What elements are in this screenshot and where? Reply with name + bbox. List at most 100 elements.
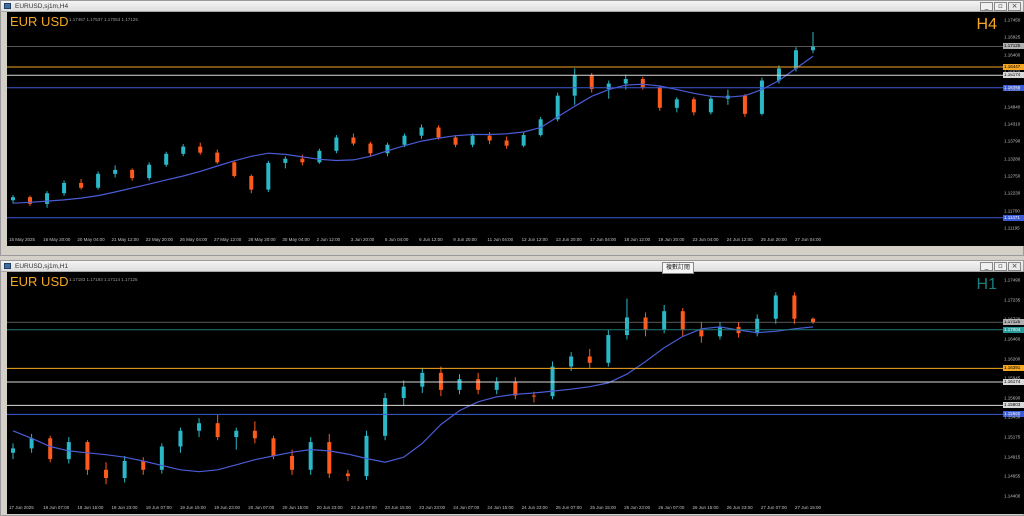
- price-axis-label: 1.11195: [1004, 225, 1020, 231]
- moving-average-line: [12, 326, 814, 473]
- moving-average-line: [12, 55, 814, 204]
- restore-button[interactable]: ▫: [994, 262, 1007, 271]
- time-axis[interactable]: 15 May 2025 16 May 20:00 20 May 04:00 21 Ma…: [7, 236, 1024, 246]
- time-axis-label: 22 May 20:00: [145, 237, 173, 242]
- price-axis-label: 1.15430: [1004, 414, 1021, 420]
- candle-body: [308, 442, 313, 470]
- time-axis-label: 12 Jun 12:00: [521, 237, 548, 242]
- price-axis-label: 1.12750: [1004, 173, 1021, 179]
- time-axis-label: 26 Jun 15:00: [692, 505, 719, 510]
- window-title: EURUSD,sj1m,H4: [15, 3, 69, 10]
- candle-body: [232, 162, 237, 176]
- time-axis-label: 25 Jun 20:00: [760, 237, 787, 242]
- candle-body: [197, 423, 202, 431]
- window-titlebar[interactable]: EURUSD,sj1m,H1 _ ▫ ×: [1, 261, 1023, 272]
- time-axis-label: 17 Jun 04:00: [589, 237, 616, 242]
- candle-body: [113, 169, 118, 174]
- chart-window-h4[interactable]: EURUSD,sj1m,H4 _ ▫ × EUR USD 1.17467 1.1…: [0, 0, 1024, 256]
- chart-window-icon: [4, 3, 11, 9]
- candle-body: [198, 146, 203, 153]
- candle-body: [487, 135, 492, 141]
- candle-body: [29, 438, 34, 449]
- candle-body: [104, 469, 109, 478]
- candle-body: [385, 144, 390, 154]
- candle-body: [402, 135, 407, 145]
- minimize-button[interactable]: _: [980, 262, 993, 271]
- candle-body: [290, 455, 295, 470]
- candle-body: [283, 158, 288, 163]
- time-axis-label: 6 Jun 12:00: [419, 237, 443, 242]
- price-axis-label: 1.15945: [1004, 375, 1021, 381]
- price-chart-area[interactable]: EUR USD 1.17467 1.17537 1.17053 1.17125 …: [7, 12, 1003, 236]
- candle-body: [249, 175, 254, 190]
- ohlc-readout: 1.17183 1.17193 1.17114 1.17125: [69, 277, 138, 282]
- time-axis-label: 23 Jun 04:00: [692, 237, 719, 242]
- candle-body: [11, 448, 15, 453]
- candle-body: [181, 146, 186, 154]
- restore-button[interactable]: ▫: [994, 2, 1007, 11]
- candle-body: [776, 68, 781, 81]
- candle-body: [742, 95, 747, 114]
- time-axis-label: 26 Jun 07:00: [658, 505, 685, 510]
- candle-body: [271, 438, 276, 456]
- price-axis[interactable]: 1.17125 1.16447 1.16174 1.15760 1.11471 1.174…: [1003, 12, 1024, 236]
- candle-body: [691, 99, 696, 113]
- time-axis-label: 27 Jun 04:00: [795, 237, 822, 242]
- minimize-button[interactable]: _: [980, 2, 993, 11]
- time-axis-label: 5 Jun 04:00: [384, 237, 409, 242]
- price-tag: 1.11471: [1003, 214, 1024, 221]
- candle-body: [708, 98, 713, 113]
- time-axis-label: 17 Jun 2025: [9, 505, 34, 510]
- time-axis-label: 19 Jun 20:00: [658, 237, 685, 242]
- price-axis-label: 1.14655: [1004, 473, 1021, 479]
- time-axis[interactable]: 17 Jun 2025 18 Jun 07:00 18 Jun 15:00 18 Ju…: [7, 504, 1024, 514]
- candle-body: [45, 193, 50, 204]
- close-button[interactable]: ×: [1008, 2, 1021, 11]
- candle-body: [494, 381, 499, 390]
- price-tag: 1.16391: [1003, 365, 1024, 372]
- candle-body: [773, 295, 778, 319]
- candle-body: [215, 423, 220, 438]
- price-axis-label: 1.11700: [1004, 208, 1020, 214]
- candle-body: [85, 442, 90, 470]
- candle-body: [266, 162, 271, 190]
- time-axis-label: 19 Jun 23:00: [214, 505, 241, 510]
- candle-body: [48, 438, 53, 460]
- time-axis-label: 25 Jun 15:00: [589, 505, 616, 510]
- candle-body: [606, 335, 611, 363]
- candle-body: [436, 127, 441, 138]
- time-axis-label: 16 May 20:00: [43, 237, 71, 242]
- candle-body: [811, 46, 815, 51]
- close-button[interactable]: ×: [1008, 262, 1021, 271]
- candle-body: [147, 164, 152, 179]
- candle-body: [504, 140, 509, 146]
- price-axis-label: 1.14915: [1004, 454, 1021, 460]
- time-axis-label: 24 Jun 15:00: [487, 505, 514, 510]
- candle-body: [327, 442, 332, 474]
- candle-body: [640, 79, 645, 88]
- price-chart-area[interactable]: EUR USD 1.17183 1.17193 1.17114 1.17125 …: [7, 272, 1003, 504]
- time-axis-label: 30 May 04:00: [282, 237, 310, 242]
- time-axis-label: 27 May 12:00: [214, 237, 242, 242]
- price-axis[interactable]: 1.17125 1.17004 1.16391 1.16174 1.15803 1.156…: [1003, 272, 1024, 504]
- timeframe-label: H4: [976, 16, 997, 33]
- candle-body: [589, 75, 594, 90]
- candle-body: [572, 75, 577, 96]
- candle-body: [453, 137, 458, 145]
- candle-body: [470, 135, 475, 145]
- price-tag: 1.17125: [1003, 43, 1024, 50]
- candle-body: [252, 430, 257, 439]
- chart-window-h1[interactable]: EURUSD,sj1m,H1 _ ▫ × EUR USD 1.17183 1.1…: [0, 260, 1024, 516]
- candle-body: [334, 137, 339, 151]
- candle-body: [643, 317, 648, 331]
- time-axis-label: 20 May 04:00: [77, 237, 105, 242]
- price-axis-label: 1.15870: [1004, 69, 1021, 75]
- candle-body: [141, 460, 146, 470]
- time-axis-label: 24 Jun 12:00: [726, 237, 753, 242]
- time-axis-label: 23 Jun 07:00: [350, 505, 377, 510]
- price-axis-label: 1.17235: [1004, 297, 1021, 303]
- window-titlebar[interactable]: EURUSD,sj1m,H4 _ ▫ ×: [1, 1, 1023, 12]
- candle-body: [383, 398, 388, 436]
- candle-body: [164, 153, 169, 165]
- candle-body: [476, 379, 481, 390]
